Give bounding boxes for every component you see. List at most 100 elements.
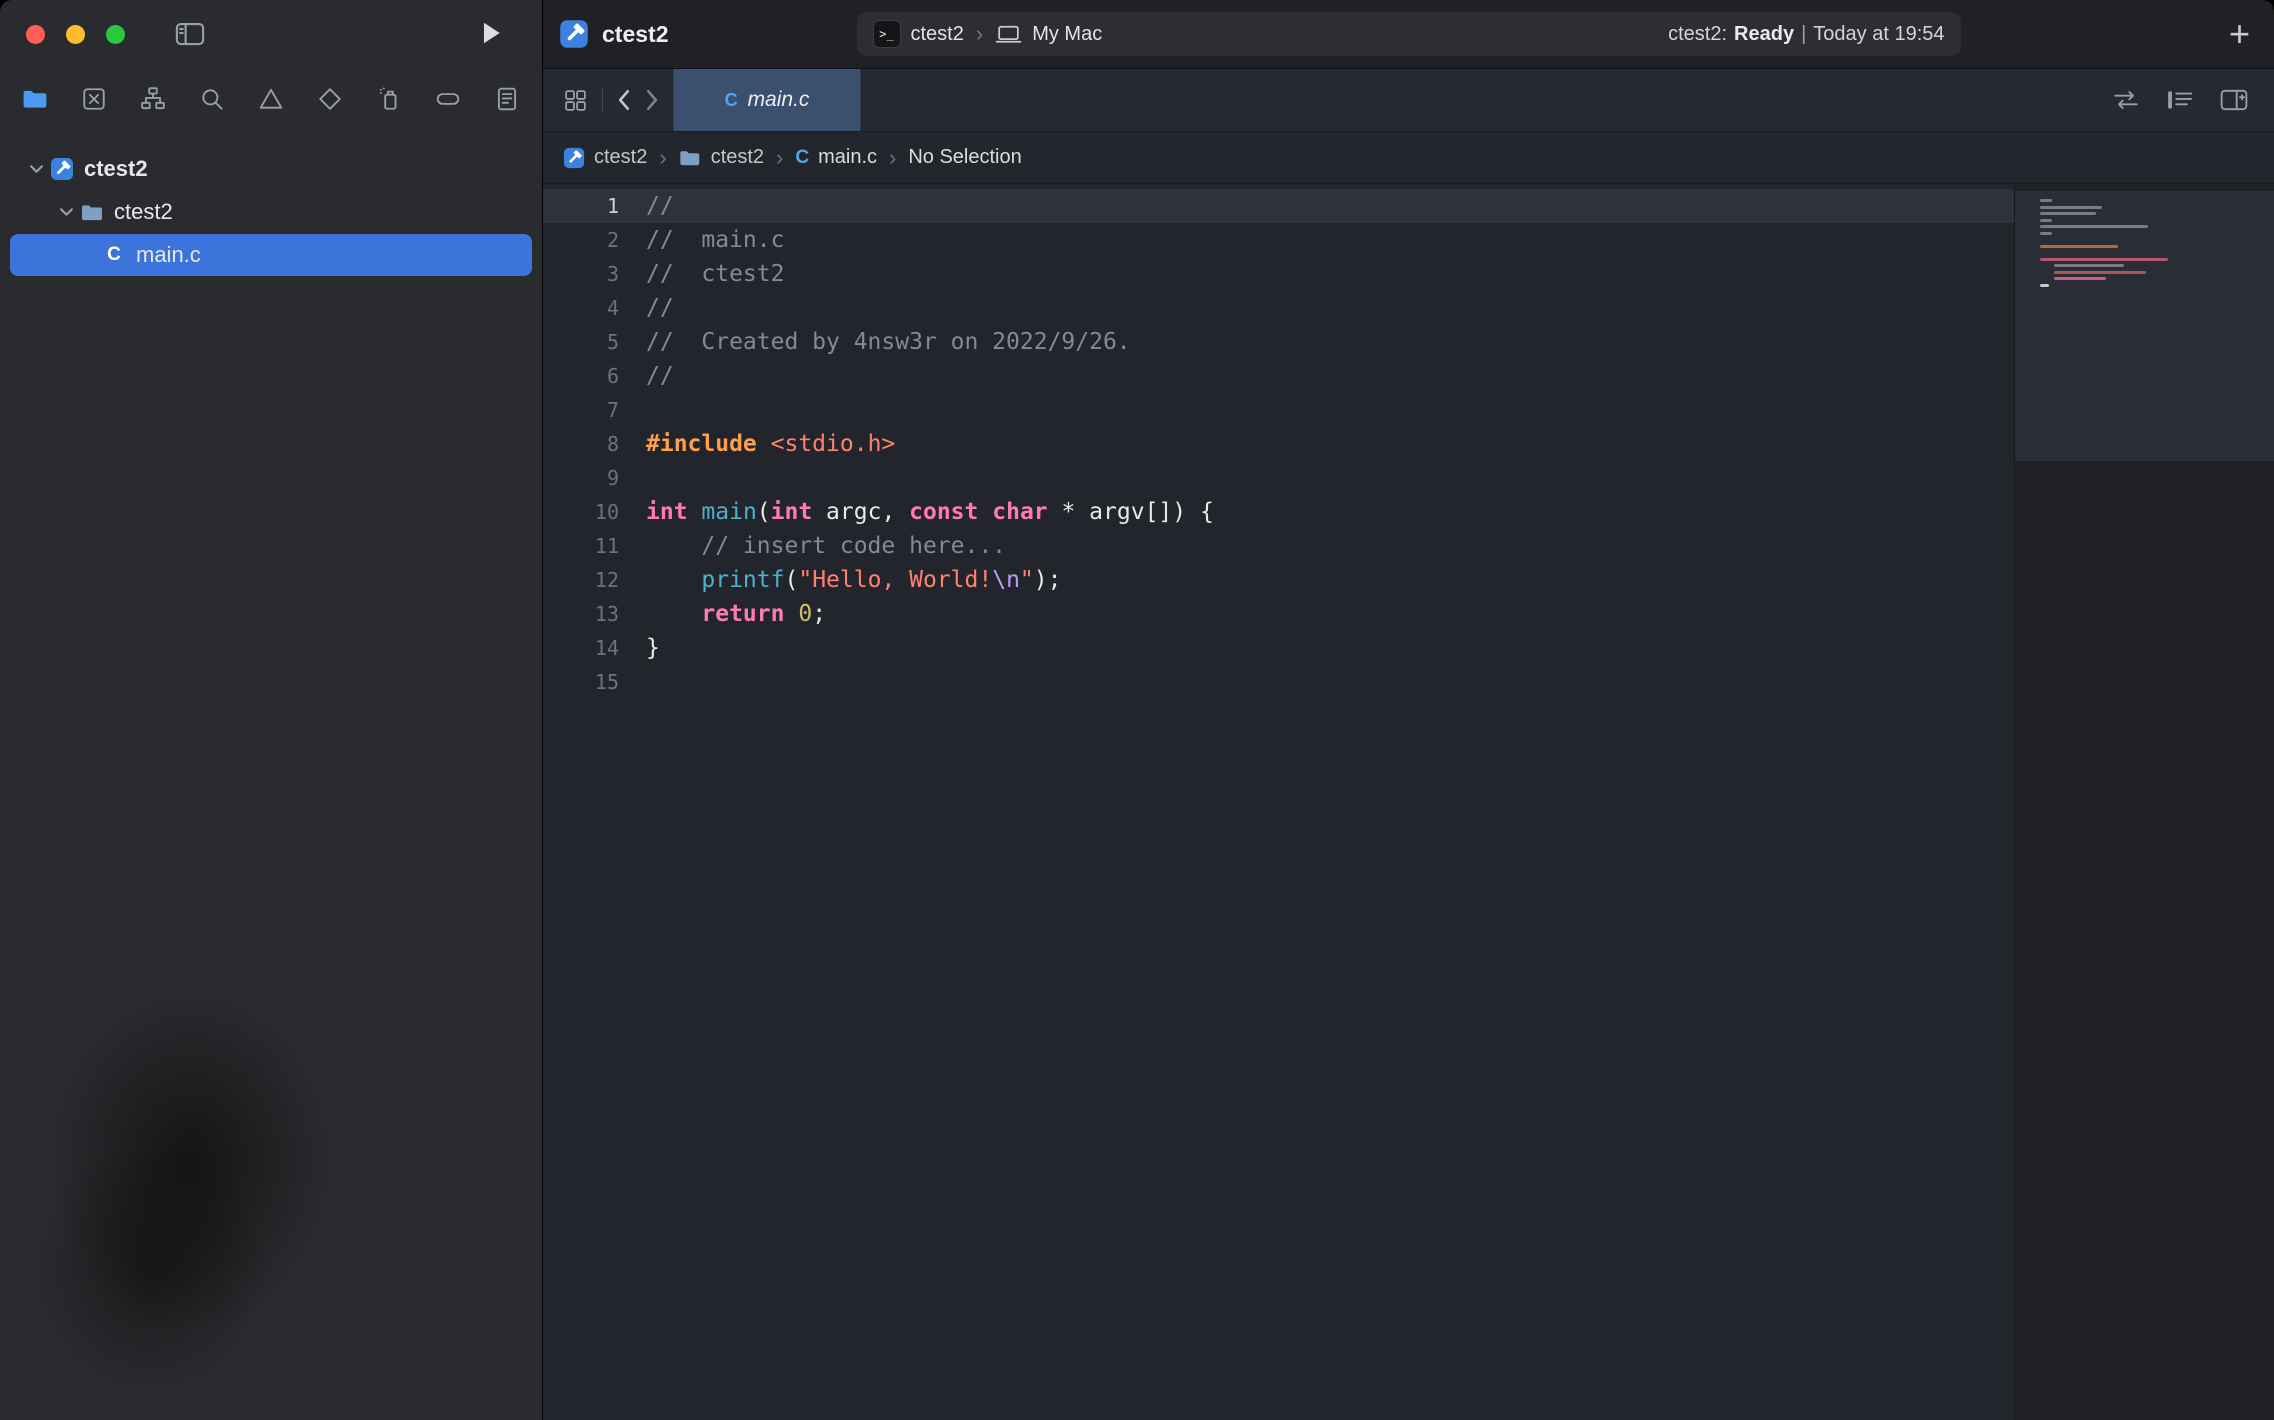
code-text: }	[646, 631, 660, 665]
minimap[interactable]	[2014, 184, 2274, 1420]
zoom-button[interactable]	[106, 25, 125, 44]
folder-icon	[22, 86, 48, 112]
debug-navigator-tab[interactable]	[370, 80, 408, 118]
symbols-navigator-tab[interactable]	[134, 80, 172, 118]
go-forward-button[interactable]	[645, 89, 659, 111]
minimize-button[interactable]	[66, 25, 85, 44]
code-line[interactable]: 6//	[543, 359, 2015, 393]
code-review-button[interactable]	[2112, 88, 2140, 112]
xcode-project-icon	[50, 157, 74, 181]
disclosure-chevron-icon[interactable]	[52, 206, 80, 218]
spray-can-icon	[376, 86, 402, 112]
source-control-navigator-tab[interactable]	[75, 80, 113, 118]
xcode-app-icon	[559, 19, 589, 49]
code-line[interactable]: 4//	[543, 291, 2015, 325]
tree-item-file-selected[interactable]: C main.c	[10, 234, 532, 276]
scheme-name[interactable]: ctest2	[911, 23, 964, 46]
code-text: printf("Hello, World!\n");	[646, 563, 1061, 597]
chevron-left-icon	[617, 89, 631, 111]
disclosure-chevron-icon[interactable]	[22, 163, 50, 175]
minimap-bar	[2054, 264, 2124, 267]
code-text: // insert code here...	[646, 529, 1006, 563]
xcode-project-icon	[563, 147, 585, 169]
minimap-lines-icon	[2166, 88, 2194, 112]
toggle-sidebar-button[interactable]	[175, 21, 205, 47]
jumpbar-file[interactable]: main.c	[818, 146, 877, 169]
run-button[interactable]	[480, 20, 502, 46]
test-navigator-tab[interactable]	[311, 80, 349, 118]
scheme-target-icon: >_	[873, 20, 901, 48]
minimap-bar	[2040, 232, 2052, 235]
tab-main-c[interactable]: C main.c	[673, 69, 861, 131]
code-line[interactable]: 13 return 0;	[543, 597, 2015, 631]
code-line[interactable]: 14}	[543, 631, 2015, 665]
scheme-selector[interactable]: >_ ctest2 › My Mac	[873, 20, 1103, 48]
go-back-button[interactable]	[617, 89, 631, 111]
tree-item-group[interactable]: ctest2	[10, 191, 532, 233]
breakpoint-navigator-tab[interactable]	[429, 80, 467, 118]
line-number: 1	[543, 189, 619, 223]
jumpbar-selection[interactable]: No Selection	[908, 146, 1021, 169]
library-add-button[interactable]: +	[2229, 16, 2250, 52]
destination-name[interactable]: My Mac	[1032, 23, 1102, 46]
adjust-editor-options-button[interactable]	[2166, 88, 2194, 112]
window-titlebar	[0, 0, 542, 68]
chevron-right-icon	[645, 89, 659, 111]
line-number: 14	[543, 631, 619, 665]
code-line[interactable]: 8#include <stdio.h>	[543, 427, 2015, 461]
jumpbar-project[interactable]: ctest2	[594, 146, 647, 169]
code-line[interactable]: 2 // main.c	[543, 223, 2015, 257]
related-items-button[interactable]	[563, 88, 588, 113]
issue-navigator-tab[interactable]	[252, 80, 290, 118]
sidebar-icon	[175, 21, 205, 47]
code-text: // Created by 4nsw3r on 2022/9/26.	[646, 325, 1131, 359]
diamond-icon	[317, 86, 343, 112]
window-title: ctest2	[602, 21, 668, 48]
code-line[interactable]: 10int main(int argc, const char * argv[]…	[543, 495, 2015, 529]
tab-label: main.c	[748, 88, 810, 112]
c-file-icon: C	[102, 244, 126, 266]
close-button[interactable]	[26, 25, 45, 44]
code-line[interactable]: 12 printf("Hello, World!\n");	[543, 563, 2015, 597]
navigator-tab-bar	[0, 68, 542, 130]
project-navigator-tab[interactable]	[16, 80, 54, 118]
tree-item-label: main.c	[136, 242, 201, 268]
folder-icon	[80, 203, 104, 222]
line-number: 7	[543, 393, 619, 427]
line-number: 9	[543, 461, 619, 495]
tree-item-project[interactable]: ctest2	[10, 148, 532, 190]
toolbar-project-identity: ctest2	[543, 19, 668, 49]
line-number: 2	[543, 223, 619, 257]
editor-options	[2112, 69, 2274, 131]
tree-item-label: ctest2	[84, 156, 148, 182]
xcode-window: ctest2 ctest2 C main.c	[0, 0, 2274, 1420]
report-navigator-tab[interactable]	[488, 80, 526, 118]
editor-tab-bar: C main.c	[543, 69, 2274, 132]
main-toolbar: ctest2 >_ ctest2 › My Mac ctest2: Ready	[543, 0, 2274, 69]
line-number: 10	[543, 495, 619, 529]
navigator-sidebar: ctest2 ctest2 C main.c	[0, 0, 543, 1420]
add-editor-button[interactable]	[2220, 88, 2248, 112]
find-navigator-tab[interactable]	[193, 80, 231, 118]
minimap-bar	[2040, 225, 2148, 228]
code-line[interactable]: 11 // insert code here...	[543, 529, 2015, 563]
code-editor[interactable]: 1//2 // main.c3// ctest24//5// Created by…	[543, 184, 2015, 1420]
code-line[interactable]: 9	[543, 461, 2015, 495]
c-file-icon: C	[795, 147, 809, 169]
code-line[interactable]: 1//	[543, 189, 2015, 223]
jumpbar-group[interactable]: ctest2	[711, 146, 764, 169]
activity-view: >_ ctest2 › My Mac ctest2: Ready | Today…	[857, 12, 1961, 56]
activity-status: ctest2: Ready | Today at 19:54	[1668, 23, 1944, 46]
chevron-separator: ›	[976, 21, 983, 47]
code-line[interactable]: 5// Created by 4nsw3r on 2022/9/26.	[543, 325, 2015, 359]
code-line[interactable]: 15	[543, 665, 2015, 699]
line-number: 4	[543, 291, 619, 325]
status-time: Today at 19:54	[1813, 23, 1944, 46]
code-text: // main.c	[646, 223, 784, 257]
folder-icon	[679, 149, 702, 167]
code-line[interactable]: 3// ctest2	[543, 257, 2015, 291]
line-number: 15	[543, 665, 619, 699]
code-line[interactable]: 7	[543, 393, 2015, 427]
destination-mac-icon	[995, 24, 1022, 45]
project-tree: ctest2 ctest2 C main.c	[0, 148, 542, 276]
